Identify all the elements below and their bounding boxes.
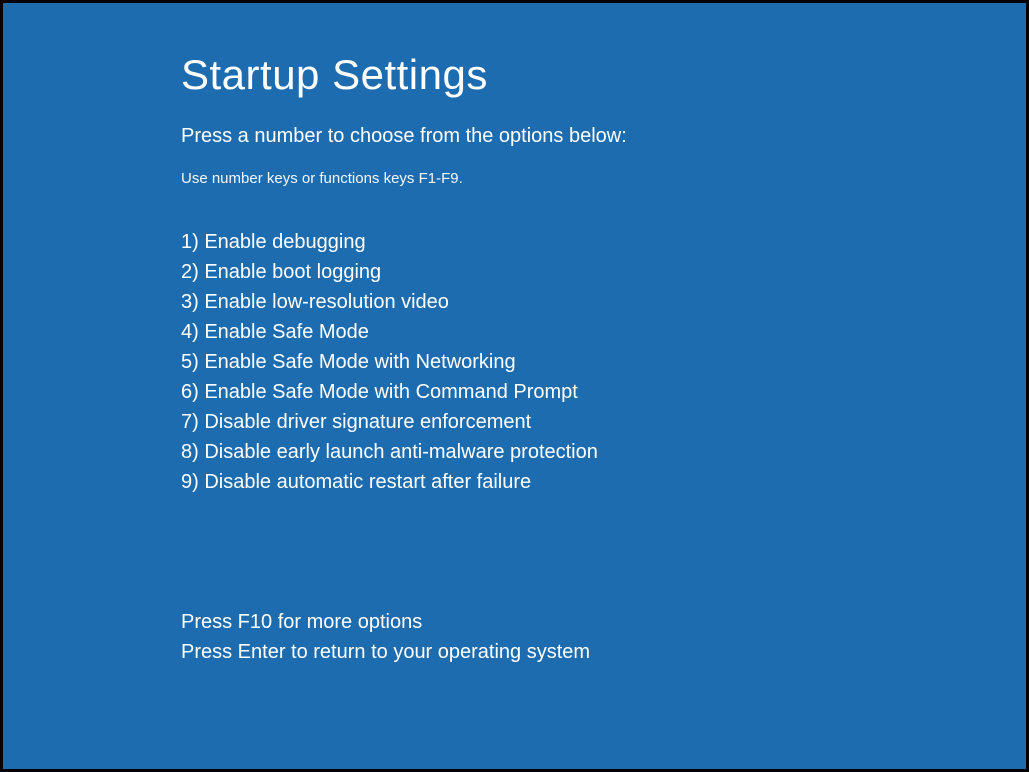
options-list: 1) Enable debugging 2) Enable boot loggi… xyxy=(181,227,1026,497)
option-enable-safe-mode[interactable]: 4) Enable Safe Mode xyxy=(181,317,1026,347)
instruction-text: Press a number to choose from the option… xyxy=(181,125,1026,148)
footer-instructions: Press F10 for more options Press Enter t… xyxy=(181,607,1026,667)
option-enable-low-resolution-video[interactable]: 3) Enable low-resolution video xyxy=(181,287,1026,317)
more-options-hint: Press F10 for more options xyxy=(181,607,1026,637)
page-title: Startup Settings xyxy=(181,51,1026,99)
return-hint: Press Enter to return to your operating … xyxy=(181,637,1026,667)
option-enable-safe-mode-command-prompt[interactable]: 6) Enable Safe Mode with Command Prompt xyxy=(181,377,1026,407)
subinstruction-text: Use number keys or functions keys F1-F9. xyxy=(181,170,1026,187)
option-enable-debugging[interactable]: 1) Enable debugging xyxy=(181,227,1026,257)
option-disable-driver-signature-enforcement[interactable]: 7) Disable driver signature enforcement xyxy=(181,407,1026,437)
option-enable-safe-mode-networking[interactable]: 5) Enable Safe Mode with Networking xyxy=(181,347,1026,377)
option-disable-automatic-restart[interactable]: 9) Disable automatic restart after failu… xyxy=(181,467,1026,497)
option-enable-boot-logging[interactable]: 2) Enable boot logging xyxy=(181,257,1026,287)
startup-settings-screen: Startup Settings Press a number to choos… xyxy=(3,3,1026,667)
option-disable-early-launch-anti-malware[interactable]: 8) Disable early launch anti-malware pro… xyxy=(181,437,1026,467)
